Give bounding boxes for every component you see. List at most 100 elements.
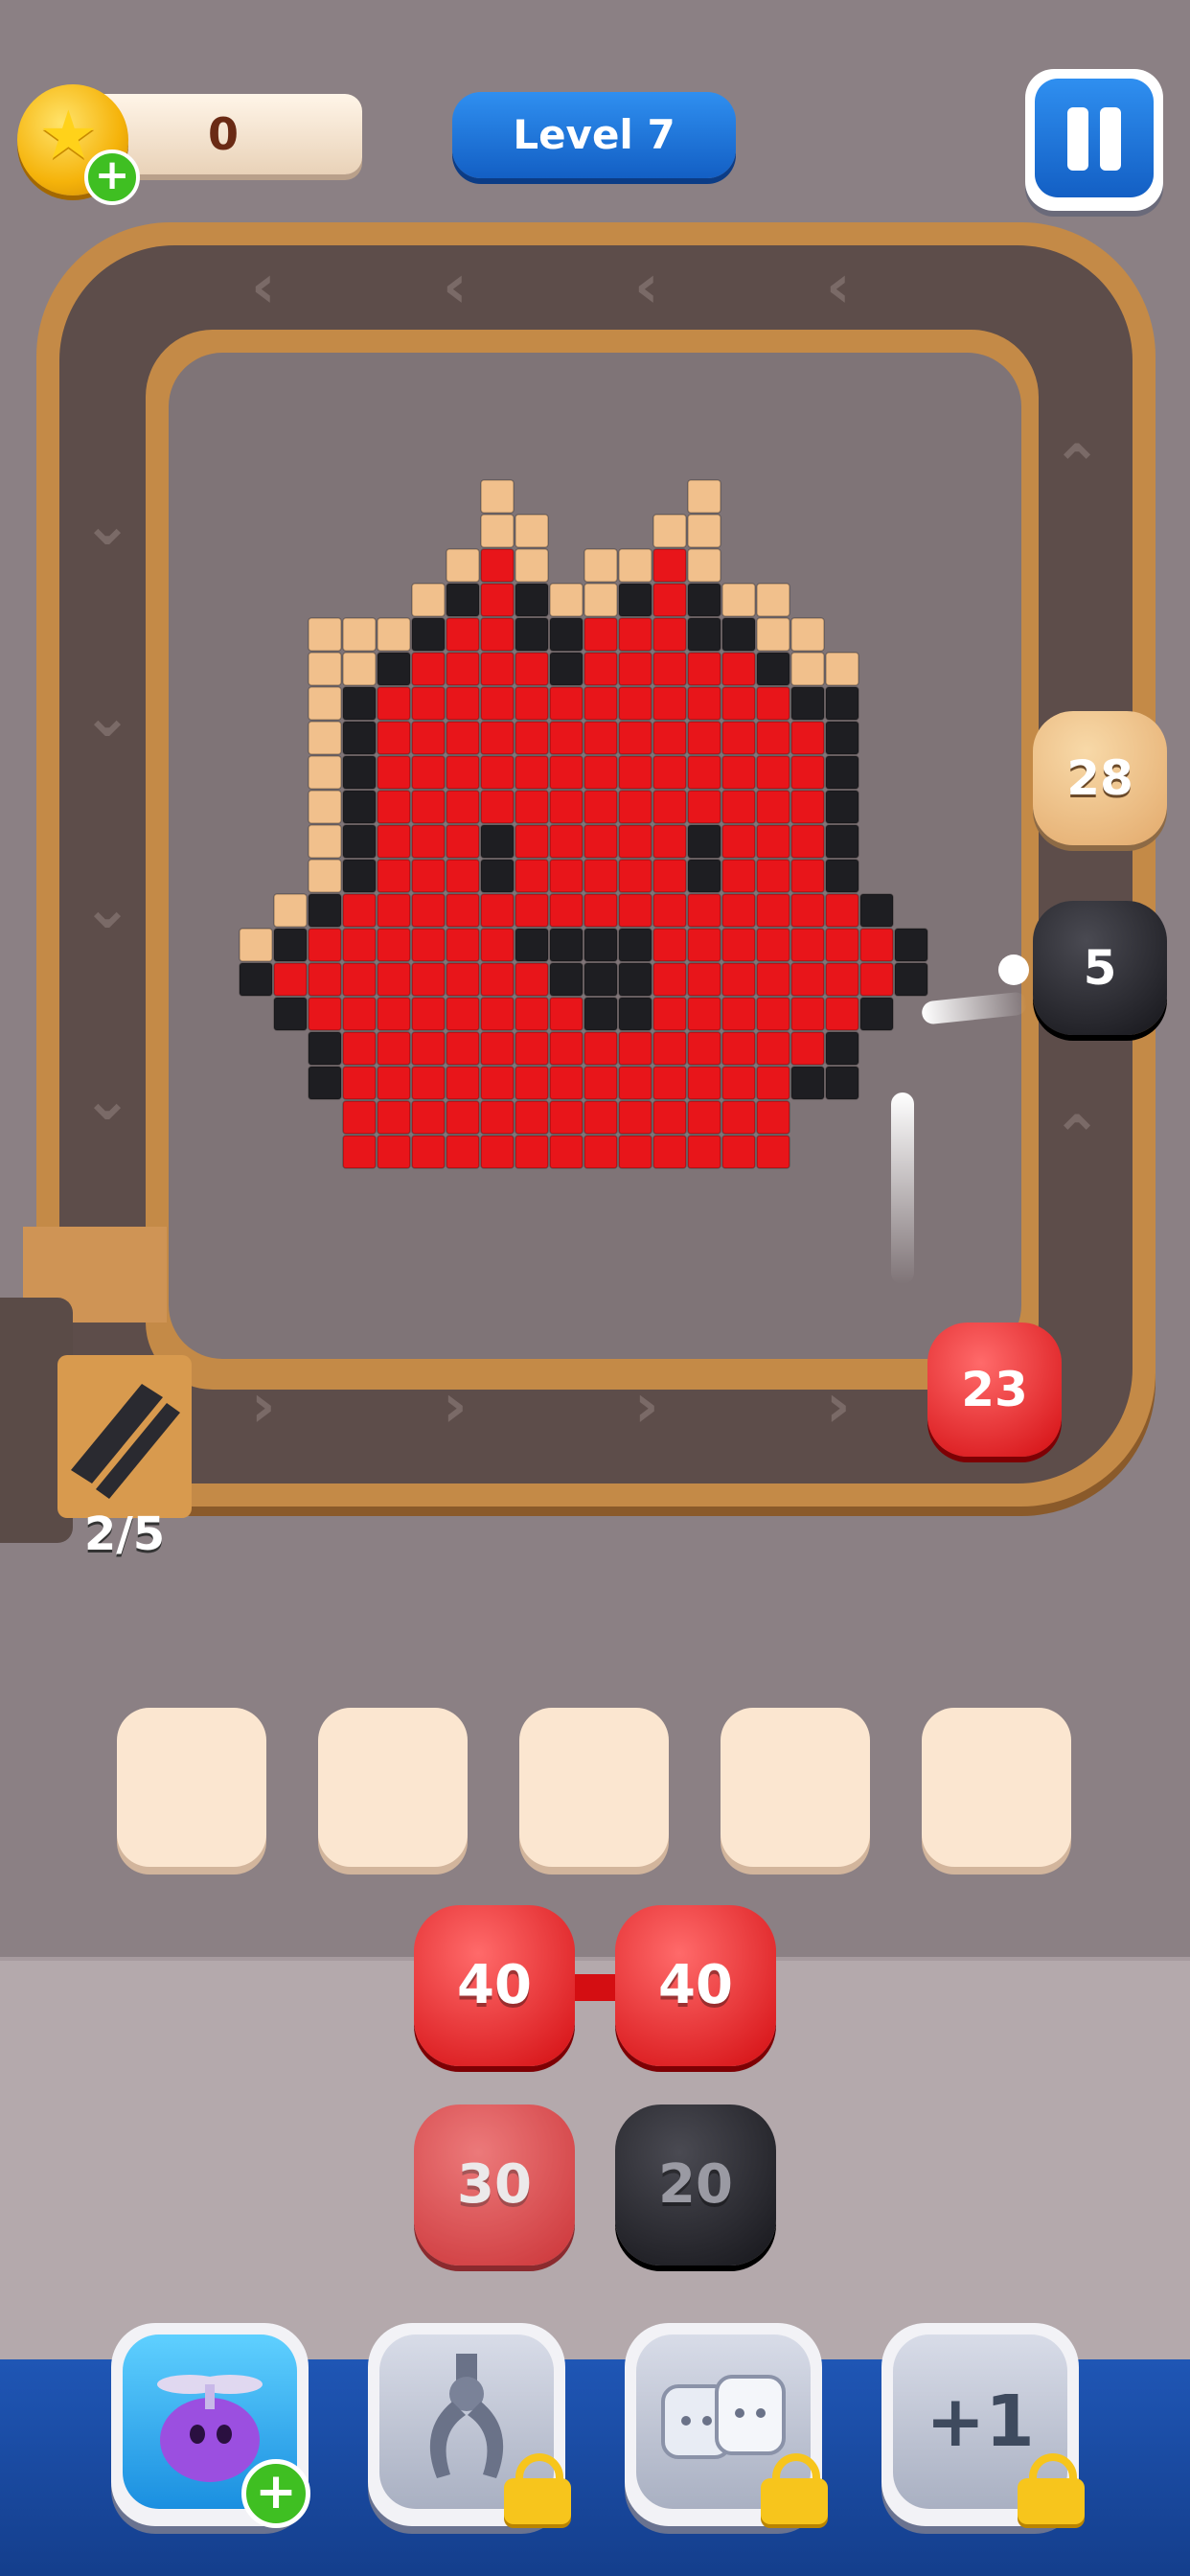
shooter-black[interactable]: 5 <box>1033 901 1167 1035</box>
pixel-block <box>756 824 790 859</box>
pixel-block <box>480 1100 515 1135</box>
level-label: Level 7 <box>513 111 675 158</box>
coin-counter[interactable]: 0 ★ + <box>17 84 362 205</box>
ice-cubes-booster[interactable] <box>625 2323 828 2526</box>
pixel-block <box>652 1135 687 1169</box>
pixel-block <box>480 583 515 617</box>
pixel-block <box>515 1100 549 1135</box>
pixel-block <box>584 859 618 893</box>
pixel-block <box>515 928 549 962</box>
pixel-block <box>618 1100 652 1135</box>
pixel-block <box>377 1066 411 1100</box>
pixel-block <box>308 962 342 997</box>
shooter-queue <box>0 1957 1190 2363</box>
plus-one-booster[interactable]: +1 <box>881 2323 1085 2526</box>
pixel-block <box>342 755 377 790</box>
pixel-block <box>549 824 584 859</box>
pixel-block <box>342 893 377 928</box>
pixel-block <box>790 790 825 824</box>
pixel-block <box>342 1066 377 1100</box>
pixel-block <box>446 548 480 583</box>
pixel-block <box>308 928 342 962</box>
add-coins-icon[interactable]: + <box>84 150 140 205</box>
holding-slot[interactable] <box>922 1708 1071 1867</box>
pixel-block <box>239 962 273 997</box>
pixel-block <box>652 755 687 790</box>
pixel-block <box>859 928 894 962</box>
pixel-block <box>652 1031 687 1066</box>
pixel-block <box>308 1031 342 1066</box>
pixel-block <box>377 617 411 652</box>
pixel-block <box>411 652 446 686</box>
pixel-block <box>411 1031 446 1066</box>
queue-shooter-red[interactable]: 40 <box>414 1905 575 2066</box>
holding-slot[interactable] <box>117 1708 266 1867</box>
pixel-block <box>515 755 549 790</box>
pixel-block <box>721 928 756 962</box>
belt-arrow-icon: ‹ <box>443 251 468 321</box>
pixel-block <box>411 686 446 721</box>
pixel-block <box>756 962 790 997</box>
pause-button[interactable] <box>1025 69 1163 211</box>
pixel-block <box>687 790 721 824</box>
pixel-block <box>584 686 618 721</box>
pixel-block <box>790 997 825 1031</box>
pixel-block <box>342 1135 377 1169</box>
pixel-block <box>342 997 377 1031</box>
pixel-block <box>721 755 756 790</box>
pixel-block <box>515 1066 549 1100</box>
pixel-block <box>652 928 687 962</box>
pixel-block <box>411 1100 446 1135</box>
pixel-block <box>480 1031 515 1066</box>
pixel-block <box>687 1066 721 1100</box>
holding-slot[interactable] <box>318 1708 468 1867</box>
pixel-block <box>515 893 549 928</box>
pixel-block <box>377 928 411 962</box>
pixel-block <box>721 962 756 997</box>
pixel-block <box>790 859 825 893</box>
pixel-block <box>308 997 342 1031</box>
pixel-block <box>377 1135 411 1169</box>
pixel-block <box>687 893 721 928</box>
queue-shooter-red[interactable]: 40 <box>615 1905 776 2066</box>
pixel-block <box>411 997 446 1031</box>
lock-icon <box>504 2453 571 2524</box>
pixel-block <box>825 824 859 859</box>
holding-slot[interactable] <box>519 1708 669 1867</box>
pixel-block <box>618 824 652 859</box>
queue-count: 30 <box>457 2153 532 2216</box>
claw-booster[interactable] <box>368 2323 571 2526</box>
pixel-block <box>549 859 584 893</box>
pixel-block <box>446 1066 480 1100</box>
pixel-block <box>721 893 756 928</box>
pixel-block <box>549 1066 584 1100</box>
add-booster-icon[interactable]: + <box>241 2459 310 2528</box>
fan-slime-booster[interactable]: + <box>111 2323 310 2528</box>
pixel-block <box>687 617 721 652</box>
pixel-block <box>618 721 652 755</box>
pixel-block <box>618 1135 652 1169</box>
pixel-block <box>549 755 584 790</box>
pixel-block <box>687 824 721 859</box>
pixel-block <box>721 1100 756 1135</box>
pixel-block <box>652 617 687 652</box>
holding-slot[interactable] <box>721 1708 870 1867</box>
pixel-block <box>308 652 342 686</box>
pixel-block <box>584 790 618 824</box>
lock-icon <box>1018 2453 1085 2524</box>
pixel-block <box>377 893 411 928</box>
belt-arrow-icon: ⌄ <box>82 680 132 750</box>
pixel-block <box>687 652 721 686</box>
pixel-block <box>549 962 584 997</box>
pixel-block <box>756 721 790 755</box>
pixel-block <box>825 1031 859 1066</box>
pixel-block <box>687 548 721 583</box>
pixel-block <box>411 859 446 893</box>
pixel-block <box>584 962 618 997</box>
pixel-block <box>515 962 549 997</box>
pixel-block <box>721 652 756 686</box>
shooter-tan[interactable]: 28 <box>1033 711 1167 845</box>
pixel-block <box>584 824 618 859</box>
pixel-block <box>790 652 825 686</box>
shooter-red[interactable]: 23 <box>927 1322 1062 1457</box>
